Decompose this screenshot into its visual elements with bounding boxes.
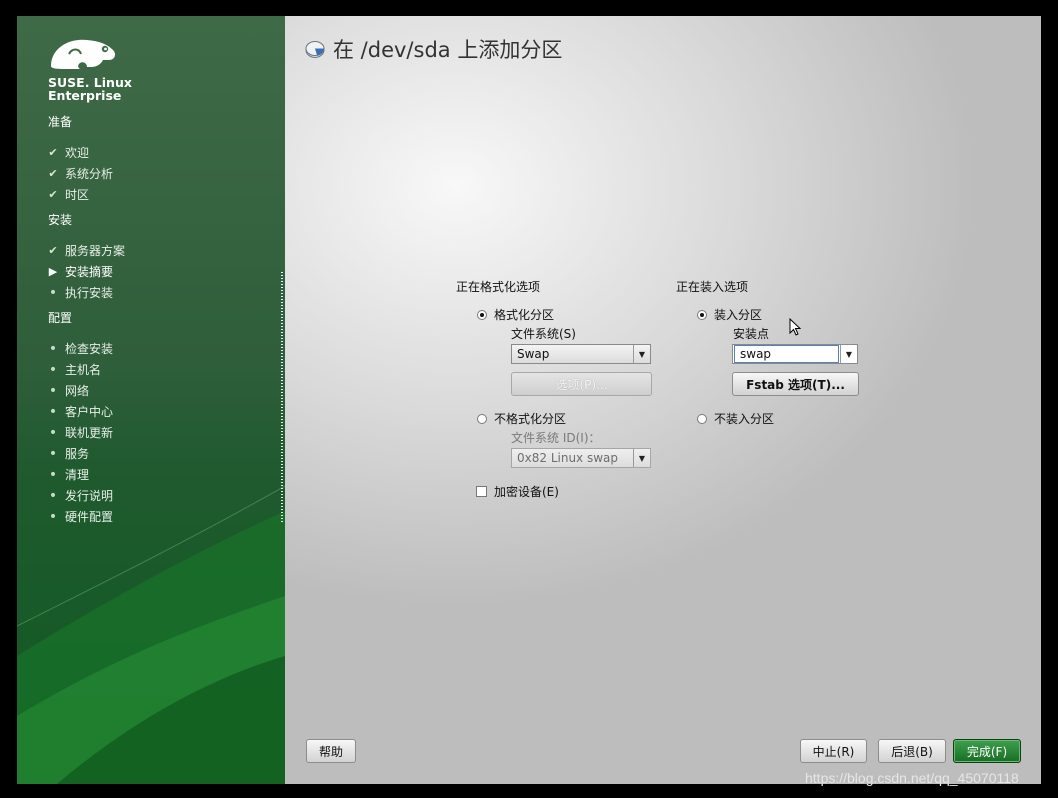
checkmark-icon: ✔ [48,244,58,257]
disk-partition-icon [305,41,325,58]
filesystem-label: 文件系统(S) [511,327,576,341]
main-panel: 在 /dev/sda 上添加分区 正在格式化选项 格式化分区 文件系统(S) S… [285,16,1041,784]
mount-point-label: 安装点 [733,327,770,341]
bullet-icon: • [48,508,58,525]
brand-line2: Enterprise [48,88,122,103]
mount-options-label: 正在装入选项 [676,280,749,294]
watermark-text: https://blog.csdn.net/qq_45070118 [805,770,1019,786]
bullet-icon: • [48,445,58,462]
step-customer-center: • 客户中心 [46,403,113,420]
step-online-update: • 联机更新 [46,424,113,441]
step-services: • 服务 [46,445,89,462]
step-network: • 网络 [46,382,89,399]
installer-window: SUSE. Linux Enterprise 准备 ✔ 欢迎 ✔ 系统分析 ✔ 时区 … [17,16,1041,784]
radio-unselected-icon [477,413,487,424]
step-release-notes: • 发行说明 [46,487,113,504]
bullet-icon: • [48,340,58,357]
chevron-down-icon: ▼ [633,449,650,467]
bullet-icon: • [48,361,58,378]
step-server-scenario: ✔ 服务器方案 [46,242,125,259]
chevron-down-icon[interactable]: ▼ [840,345,857,363]
step-perform-install: • 执行安装 [46,284,113,301]
mouse-pointer-icon [789,318,802,336]
step-system-analysis: ✔ 系统分析 [46,165,113,182]
abort-button[interactable]: 中止(R) [800,739,867,763]
bullet-icon: • [48,382,58,399]
filesystem-select[interactable]: Swap ▼ [511,344,651,364]
filesystem-id-select[interactable]: 0x82 Linux swap ▼ [511,448,651,468]
format-partition-radio[interactable]: 格式化分区 [477,306,554,323]
mount-point-input[interactable]: swap ▼ [732,344,858,364]
checkmark-icon: ✔ [48,167,58,180]
suse-chameleon-logo [47,34,119,77]
current-step-arrow-icon: ▶ [48,265,58,278]
help-button[interactable]: 帮助 [306,739,356,763]
radio-unselected-icon [697,413,707,424]
no-format-radio[interactable]: 不格式化分区 [477,410,566,427]
bullet-icon: • [48,284,58,301]
format-options-label: 正在格式化选项 [456,280,541,294]
chevron-down-icon: ▼ [633,345,650,363]
bullet-icon: • [48,487,58,504]
checkmark-icon: ✔ [48,146,58,159]
sidebar-background-swoosh [17,485,285,784]
bullet-icon: • [48,403,58,420]
mount-partition-radio[interactable]: 装入分区 [697,306,762,323]
radio-selected-icon [697,309,707,320]
back-button[interactable]: 后退(B) [878,739,946,763]
bullet-icon: • [48,424,58,441]
bullet-icon: • [48,466,58,483]
step-check-install: • 检查安装 [46,340,113,357]
section-install: 安装 [48,213,73,227]
section-prepare: 准备 [48,115,73,129]
sidebar: SUSE. Linux Enterprise 准备 ✔ 欢迎 ✔ 系统分析 ✔ 时区 … [17,16,285,784]
radio-selected-icon [477,309,487,320]
brand-text: SUSE. Linux Enterprise [48,76,132,102]
step-hardware-config: • 硬件配置 [46,508,113,525]
finish-button[interactable]: 完成(F) [953,739,1021,763]
format-options-button[interactable]: 选项(P)... [511,372,652,396]
filesystem-id-label: 文件系统 ID(I)： [511,431,601,445]
step-install-summary: ▶ 安装摘要 [46,263,113,280]
step-hostname: • 主机名 [46,361,101,378]
step-cleanup: • 清理 [46,466,89,483]
step-welcome: ✔ 欢迎 [46,144,89,161]
page-title: 在 /dev/sda 上添加分区 [305,34,562,64]
section-configure: 配置 [48,311,73,325]
sidebar-resize-handle[interactable] [281,272,283,524]
no-mount-radio[interactable]: 不装入分区 [697,410,774,427]
page-title-text: 在 /dev/sda 上添加分区 [333,38,563,62]
checkbox-unchecked-icon [476,486,487,497]
fstab-options-button[interactable]: Fstab 选项(T)... [732,372,859,396]
step-timezone: ✔ 时区 [46,186,89,203]
checkmark-icon: ✔ [48,188,58,201]
encrypt-device-checkbox[interactable]: 加密设备(E) [476,483,559,500]
